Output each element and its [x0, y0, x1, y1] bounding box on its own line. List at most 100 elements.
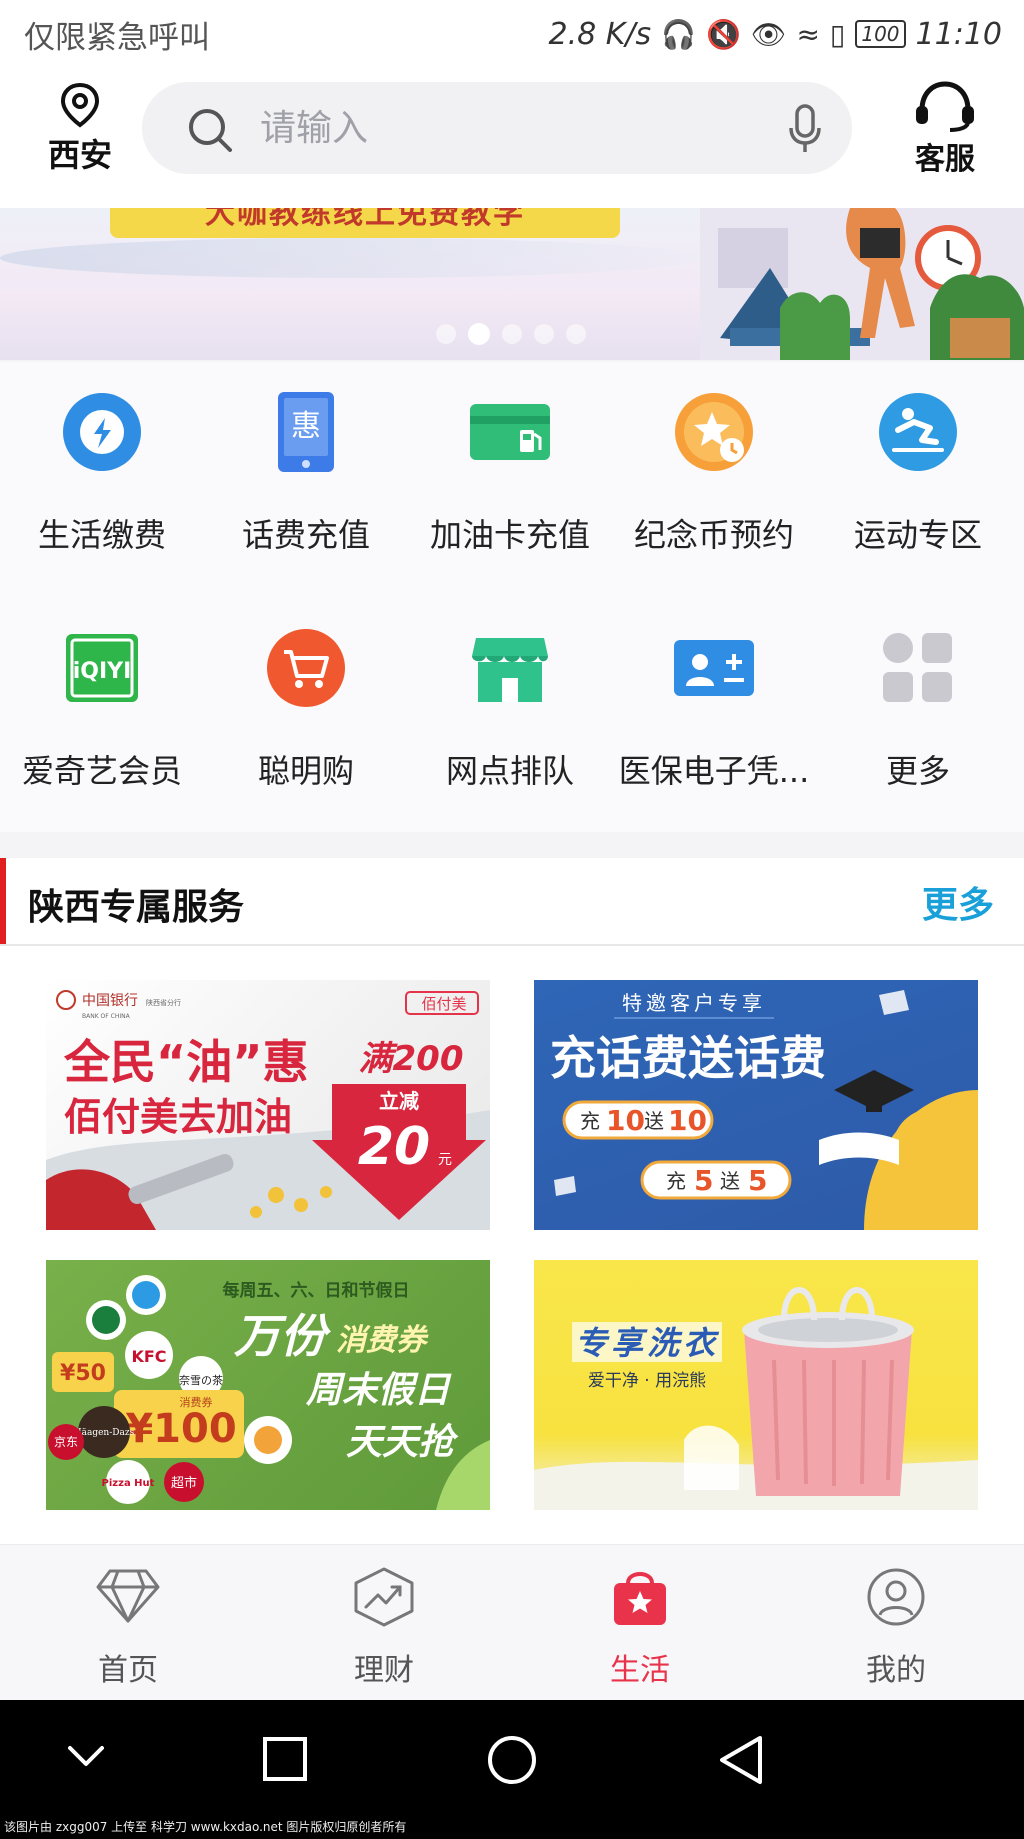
service-fuel-card-topup[interactable]: 加油卡充值: [408, 362, 612, 562]
service-sport-zone[interactable]: 运动专区: [816, 362, 1020, 562]
coupon-line2: 周末假日: [305, 1370, 452, 1411]
status-bar: 仅限紧急呼叫 2.8 K/s 🎧 🔇 👁 ≈ ▯ 100 11:10: [0, 0, 1024, 68]
bank-name: 中国银行: [82, 993, 138, 1009]
eye-icon: 👁: [750, 17, 787, 51]
home-circle-icon[interactable]: [486, 1734, 538, 1786]
promo-headline: 全民“油”惠: [63, 1035, 308, 1089]
banner-dot[interactable]: [566, 324, 586, 344]
service-more[interactable]: 更多: [816, 598, 1020, 798]
offer2-bonus: 5: [748, 1164, 767, 1197]
coupon-promo-art: 每周五、六、日和节假日 万份 消费券 周末假日 天天抢 KFC 奈雪の茶 ¥50…: [48, 1275, 490, 1510]
banner-pagination[interactable]: [436, 323, 586, 345]
customer-service-label: 客服: [915, 142, 975, 177]
status-icons: 2.8 K/s 🎧 🔇 👁 ≈ ▯ 100 11:10: [549, 17, 1003, 52]
battery-icon: 100: [855, 20, 906, 48]
carrier-status: 仅限紧急呼叫: [24, 19, 210, 56]
wifi-icon: ≈: [796, 17, 820, 51]
service-label: 网点排队: [445, 752, 574, 790]
service-label: 更多: [885, 752, 950, 790]
promo-discount-value: 20: [358, 1117, 430, 1177]
shaanxi-exclusive-section: 陕西专属服务 更多 中国银行 BANK OF CHINA 陕西省分行 佰付美 全…: [0, 858, 1024, 1544]
promo-banner[interactable]: 大咖教练线上免费教学: [0, 208, 1024, 360]
section-more-link[interactable]: 更多: [922, 876, 994, 928]
search-bar[interactable]: [142, 82, 852, 174]
svg-text:惠: 惠: [291, 409, 321, 444]
branch-icon: [472, 638, 548, 702]
back-triangle-icon[interactable]: [716, 1734, 764, 1786]
promo-discount-unit: 元: [438, 1152, 452, 1168]
tab-wealth[interactable]: 理财: [256, 1545, 512, 1701]
app-screen: 仅限紧急呼叫 2.8 K/s 🎧 🔇 👁 ≈ ▯ 100 11:10 西安 请输…: [0, 0, 1024, 1839]
location-label: 西安: [47, 136, 112, 174]
brand-nayuki: 奈雪の茶: [179, 1373, 223, 1387]
section-header: 陕西专属服务 更多: [0, 858, 1024, 946]
headset-icon: 🎧: [661, 17, 697, 51]
banner-dot[interactable]: [502, 324, 522, 344]
tab-label: 我的: [866, 1653, 926, 1688]
recent-apps-icon[interactable]: [262, 1736, 308, 1782]
microphone-icon[interactable]: [788, 104, 822, 154]
banner-dot[interactable]: [436, 324, 456, 344]
fuel-card-icon: [470, 404, 550, 460]
banner-headline: 大咖教练线上免费教学: [110, 208, 620, 238]
promo-card-fuel[interactable]: 中国银行 BANK OF CHINA 陕西省分行 佰付美 全民“油”惠 佰付美去…: [46, 980, 490, 1230]
partner-brand: 佰付美: [421, 995, 466, 1013]
phone-discount-icon: 惠: [278, 392, 334, 472]
tab-label: 首页: [98, 1653, 158, 1688]
network-speed: 2.8 K/s: [548, 16, 652, 52]
customer-service-button[interactable]: 客服: [890, 80, 1000, 178]
promo-card-coupons[interactable]: 每周五、六、日和节假日 万份 消费券 周末假日 天天抢 KFC 奈雪の茶 ¥50…: [46, 1260, 490, 1510]
service-label: 纪念币预约: [633, 516, 794, 554]
service-coin-reservation[interactable]: 纪念币预约: [612, 362, 816, 562]
service-smart-shopping[interactable]: 聪明购: [204, 598, 408, 798]
service-medical-card[interactable]: 医保电子凭...: [612, 598, 816, 798]
location-selector[interactable]: 西安: [30, 82, 130, 176]
service-label: 医保电子凭...: [618, 752, 810, 790]
search-input[interactable]: [260, 100, 700, 156]
top-header: 西安 客服: [0, 68, 1024, 208]
svg-text:iQIYI: iQIYI: [73, 659, 132, 684]
service-phone-topup[interactable]: 惠 话费充值: [204, 362, 408, 562]
tab-life[interactable]: 生活: [512, 1545, 768, 1701]
service-iqiyi-membership[interactable]: iQIYI 爱奇艺会员: [0, 598, 204, 798]
banner-dot-active[interactable]: [468, 323, 490, 345]
service-label: 聪明购: [257, 752, 354, 790]
shopping-bag-icon: [614, 1572, 666, 1625]
coupon-note: 每周五、六、日和节假日: [223, 1280, 410, 1301]
promo-card-laundry[interactable]: 专享洗衣 爱干净 · 用浣熊: [534, 1260, 978, 1510]
tab-home[interactable]: 首页: [0, 1545, 256, 1701]
chart-trend-icon: [354, 1567, 414, 1627]
banner-dot[interactable]: [534, 324, 554, 344]
watermark-text: 该图片由 zxgg007 上传至 科学刀 www.kxdao.net 图片版权归…: [4, 1820, 407, 1834]
brand-pizza-hut: Pizza Hut: [102, 1478, 155, 1489]
bank-name-en: BANK OF CHINA: [82, 1013, 131, 1020]
offer1-bonus: 10: [668, 1104, 707, 1137]
offer2-amount: 5: [694, 1164, 713, 1197]
brand-jd: 京东: [54, 1435, 78, 1449]
collapse-chevron-icon[interactable]: [66, 1736, 106, 1776]
search-icon: [189, 109, 232, 152]
bottom-tab-bar: 首页 理财 生活 我的: [0, 1544, 1024, 1700]
headset-support-icon: [916, 81, 974, 132]
mute-icon: 🔇: [706, 17, 741, 51]
service-life-payment[interactable]: 生活缴费: [0, 362, 204, 562]
clock: 11:10: [915, 16, 1002, 52]
section-accent-bar: [0, 858, 6, 944]
cart-icon: [267, 629, 345, 707]
bolt-icon: [63, 393, 141, 471]
card-tag: 特邀客户专享: [622, 991, 766, 1015]
tab-label: 理财: [354, 1653, 414, 1688]
tab-mine[interactable]: 我的: [768, 1545, 1024, 1701]
promo-threshold: 满200: [359, 1039, 464, 1079]
sim-alert-icon: ▯: [829, 17, 846, 51]
laundry-title: 专享洗衣: [575, 1324, 720, 1362]
sport-icon: [879, 393, 957, 471]
coupon-big-text: 万份: [233, 1309, 332, 1363]
service-label: 加油卡充值: [429, 516, 590, 554]
brand-supermarket: 超市: [171, 1475, 197, 1491]
diamond-icon: [96, 1569, 160, 1623]
promo-card-phone-topup[interactable]: 特邀客户专享 充话费送话费 充 10 送 10 充 5 送 5: [534, 980, 978, 1230]
service-branch-queue[interactable]: 网点排队: [408, 598, 612, 798]
section-title: 陕西专属服务: [28, 887, 245, 928]
coin-star-icon: [675, 393, 753, 471]
